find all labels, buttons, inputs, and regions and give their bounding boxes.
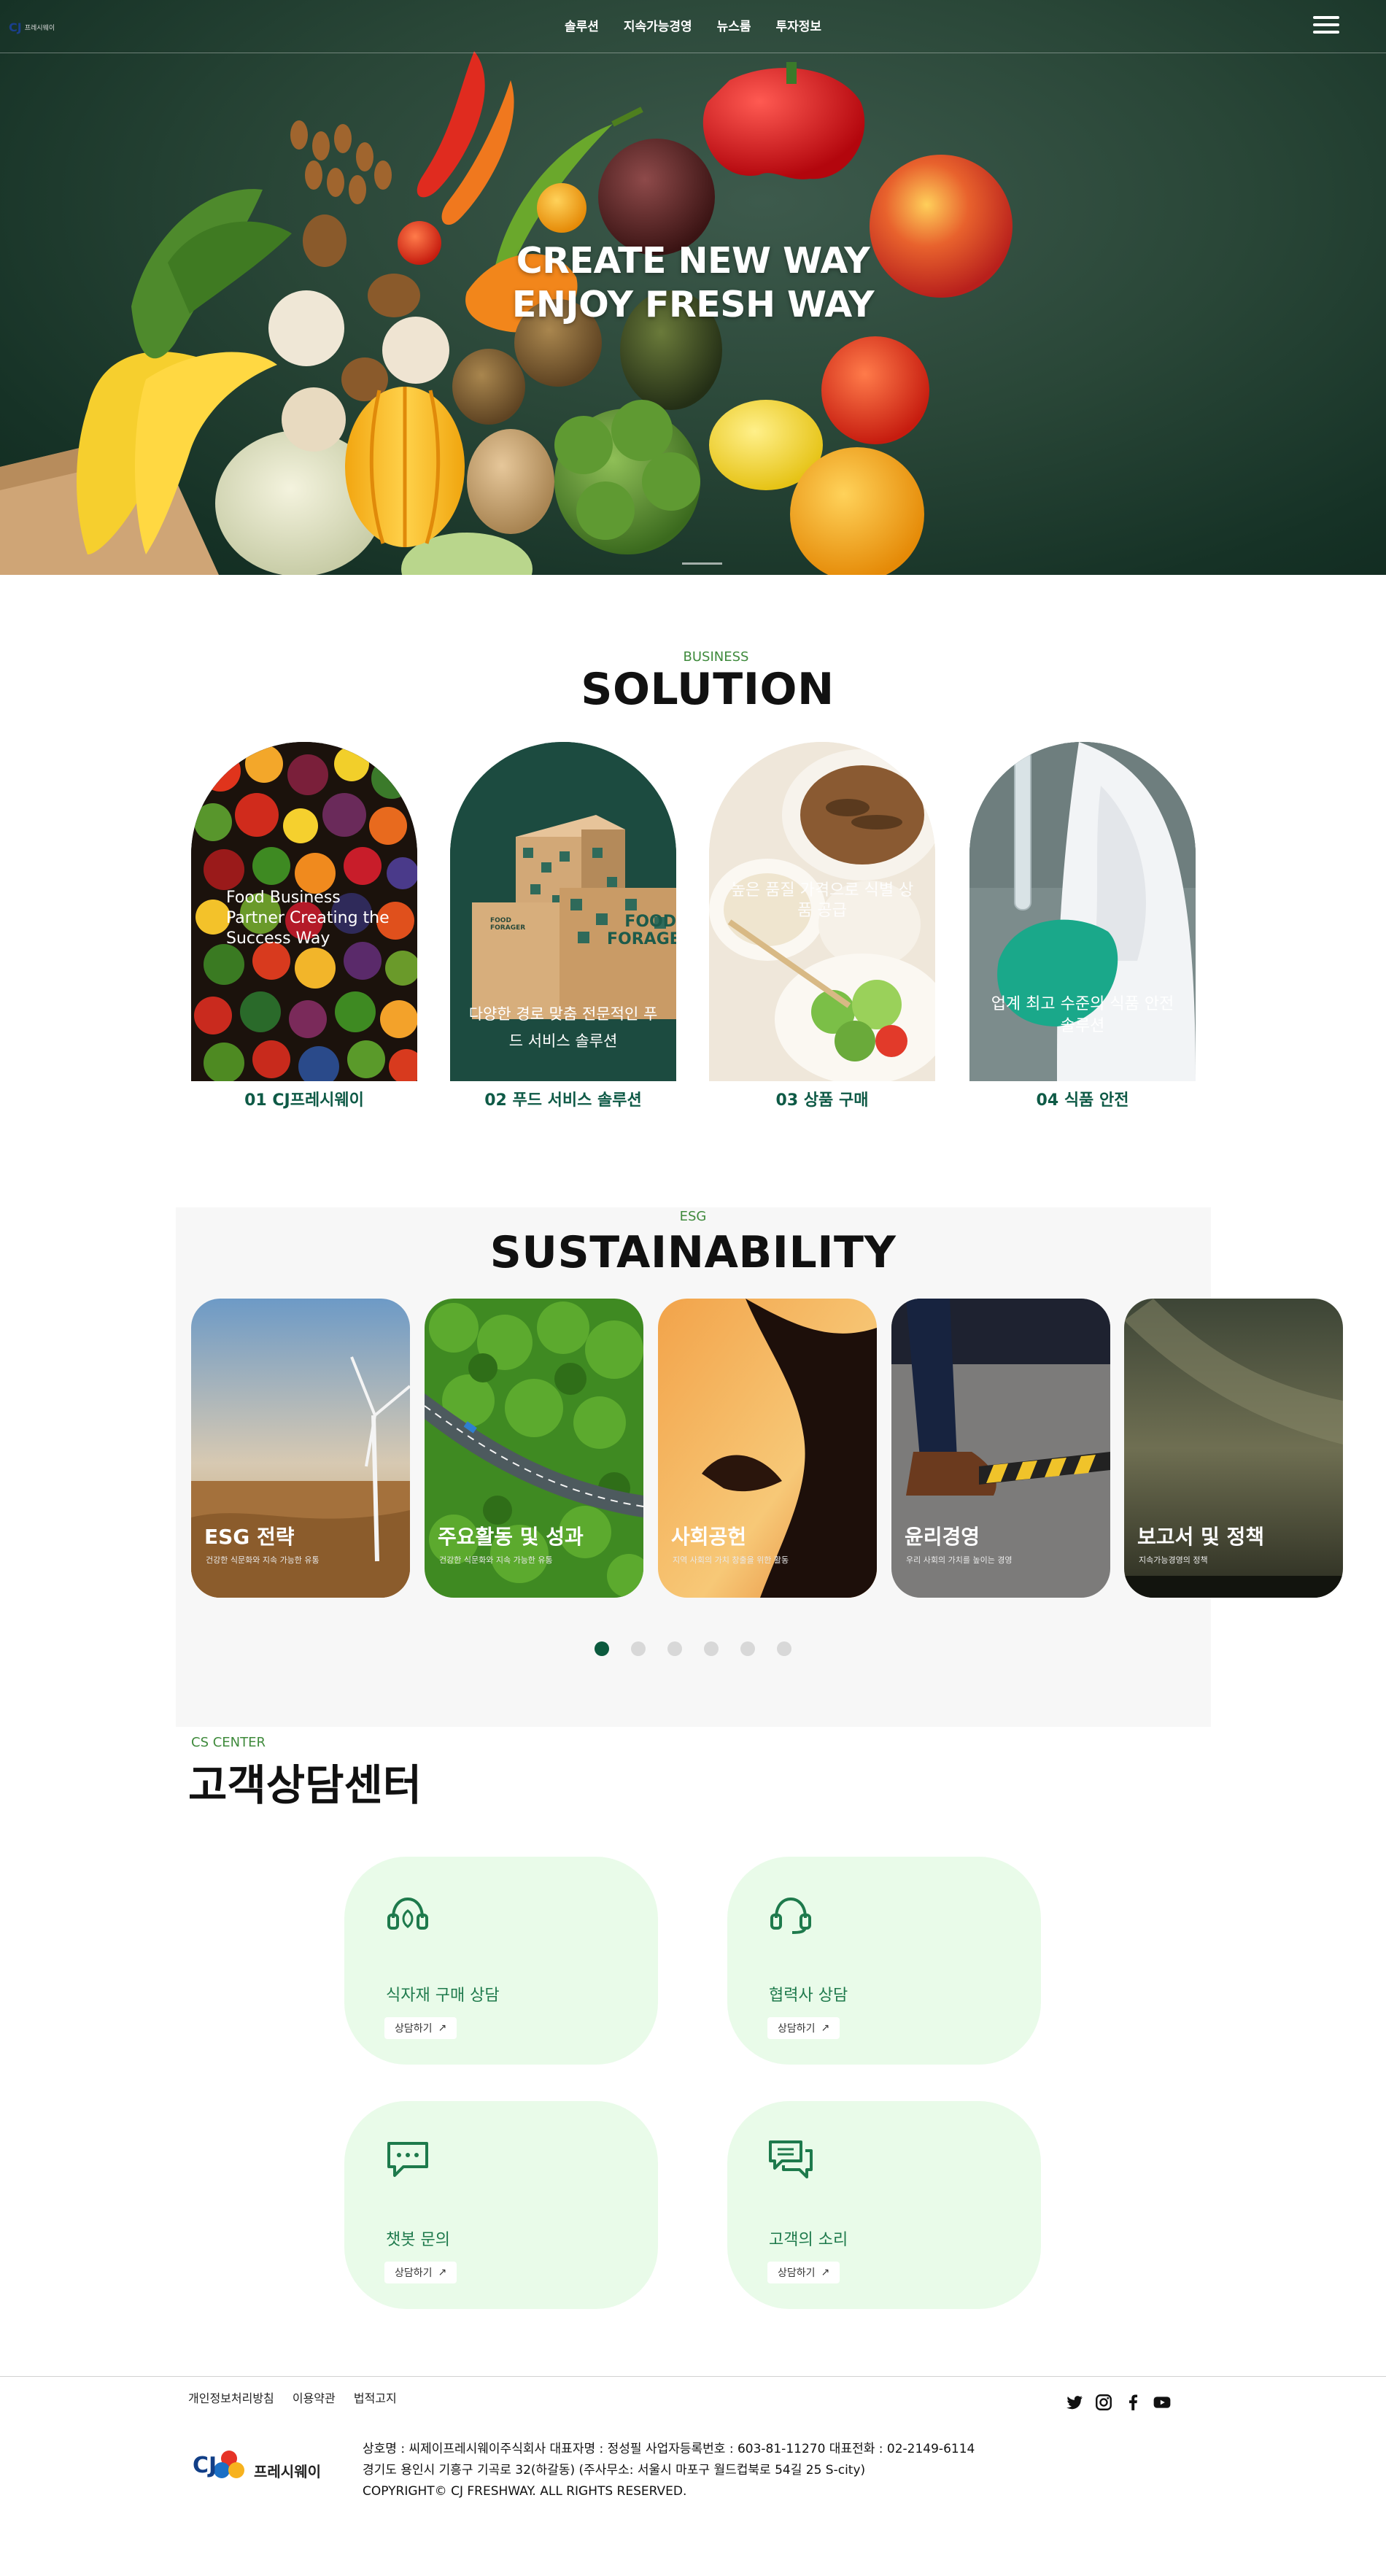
solution-card-3[interactable]: 높은 품질 가격으로 식별 상품 공급 [709, 742, 935, 1081]
cs-card-2-button[interactable]: 상담하기 ↗ [767, 2017, 840, 2039]
company-info-line1: 상호명 : 씨제이프레시웨이주식회사 대표자명 : 정성필 사업자등록번호 : … [363, 2442, 975, 2456]
esg-card-ethics[interactable]: 윤리경영 우리 사회의 가치를 높이는 경영 [891, 1299, 1110, 1598]
cs-title: 고객상담센터 [188, 1760, 422, 1810]
carousel-dot-6[interactable] [777, 1641, 791, 1656]
copyright: COPYRIGHT© CJ FRESHWAY. ALL RIGHTS RESER… [363, 2484, 687, 2499]
esg-card-reports[interactable]: 보고서 및 정책 지속가능경영의 정책 [1124, 1299, 1343, 1598]
headset-icon [770, 1897, 811, 1934]
cs-card-2-title: 협력사 상담 [769, 1987, 848, 2005]
esg-card-strategy-title: ESG 전략 [204, 1525, 295, 1549]
silhouette-hands-image [658, 1299, 877, 1598]
company-info: 상호명 : 씨제이프레시웨이주식회사 대표자명 : 정성필 사업자등록번호 : … [363, 2439, 1238, 2502]
footer-link-privacy[interactable]: 개인정보처리방침 [188, 2389, 274, 2406]
solution-card-4-text: 업계 최고 수준의 식품 안전 솔루션 [991, 995, 1174, 1035]
cs-card-4-title: 고객의 소리 [769, 2231, 848, 2249]
hamburger-menu-icon[interactable] [1313, 16, 1342, 38]
nav-item-sustainability[interactable]: 지속가능경영 [624, 16, 692, 34]
esg-card-social[interactable]: 사회공헌 지역 사회의 가치 창출을 위한 활동 [658, 1299, 877, 1598]
footer-link-legal[interactable]: 법적고지 [354, 2389, 397, 2406]
solution-card-3-text: 높은 품질 가격으로 식별 상품 공급 [730, 881, 914, 920]
cs-card-1-button-label: 상담하기 [395, 2023, 433, 2035]
cs-card-2-button-label: 상담하기 [778, 2023, 816, 2035]
arrow-up-right-icon: ↗ [438, 2267, 447, 2278]
box-brand-1: FOOD FORAGER [490, 917, 526, 932]
headset-leaf-icon [387, 1897, 428, 1930]
cs-card-voice[interactable]: 고객의 소리 상담하기 ↗ [727, 2101, 1041, 2309]
social-links [1065, 2393, 1172, 2412]
chat-bubbles-icon [769, 2140, 813, 2178]
wind-turbine-image [191, 1299, 410, 1598]
hero-slide-indicator[interactable] [682, 562, 722, 565]
esg-card-strategy[interactable]: ESG 전략 건강한 식문화와 지속 가능한 유통 [191, 1299, 410, 1598]
esg-card-reports-title: 보고서 및 정책 [1137, 1525, 1265, 1549]
esg-card-activities-title: 주요활동 및 성과 [438, 1525, 584, 1549]
cs-card-chatbot[interactable]: 챗봇 문의 상담하기 ↗ [344, 2101, 658, 2309]
site-header: CJ 프레시웨이 솔루션 지속가능경영 뉴스룸 투자정보 [0, 0, 1386, 53]
esg-card-reports-sub: 지속가능경영의 정책 [1139, 1555, 1208, 1565]
nav-item-newsroom[interactable]: 뉴스룸 [717, 16, 751, 34]
esg-eyebrow: ESG [679, 1209, 707, 1224]
instagram-icon[interactable] [1094, 2393, 1113, 2412]
arrow-up-right-icon: ↗ [438, 2022, 447, 2034]
forest-road-image [425, 1299, 643, 1598]
solution-card-4-label[interactable]: 04 식품 안전 [969, 1087, 1196, 1110]
cs-card-4-button[interactable]: 상담하기 ↗ [767, 2262, 840, 2283]
carousel-dot-1[interactable] [595, 1641, 609, 1656]
chat-bubble-icon [387, 2142, 428, 2177]
arrow-up-right-icon: ↗ [821, 2022, 830, 2034]
cs-card-ingredient-purchase[interactable]: 식자재 구매 상담 상담하기 ↗ [344, 1857, 658, 2065]
sustainability-title: SUSTAINABILITY [489, 1227, 897, 1278]
solution-card-3-label[interactable]: 03 상품 구매 [709, 1087, 935, 1110]
hero-title: CREATE NEW WAY ENJOY FRESH WAY [0, 239, 1386, 327]
twitter-icon[interactable] [1065, 2393, 1084, 2412]
company-info-line2: 경기도 용인시 기흥구 기곡로 32(하갈동) (주사무소: 서울시 마포구 월… [363, 2463, 866, 2478]
hero-banner: CJ 프레시웨이 솔루션 지속가능경영 뉴스룸 투자정보 CREATE NEW … [0, 0, 1386, 575]
nav-item-solution[interactable]: 솔루션 [565, 16, 599, 34]
hero-title-line1: CREATE NEW WAY [516, 240, 870, 282]
footer-logo-name: 프레시웨이 [254, 2463, 321, 2480]
cs-card-3-button[interactable]: 상담하기 ↗ [384, 2262, 457, 2283]
solution-eyebrow: BUSINESS [683, 649, 749, 665]
step-line-image [891, 1299, 1110, 1598]
solution-card-2[interactable]: FOOD FORAGER FOOD FORAGER 다양한 경로 맞춤 전문적인… [450, 742, 676, 1081]
solution-card-2-text: 다양한 경로 맞춤 전문적인 푸드 서비스 솔루션 [468, 1005, 658, 1050]
cs-card-partner[interactable]: 협력사 상담 상담하기 ↗ [727, 1857, 1041, 2065]
carousel-dot-3[interactable] [667, 1641, 682, 1656]
carousel-dot-4[interactable] [704, 1641, 719, 1656]
cs-card-4-button-label: 상담하기 [778, 2267, 816, 2279]
solution-card-4[interactable]: 업계 최고 수준의 식품 안전 솔루션 [969, 742, 1196, 1081]
esg-card-strategy-sub: 건강한 식문화와 지속 가능한 유통 [206, 1555, 320, 1565]
footer-divider [0, 2376, 1386, 2377]
main-nav: 솔루션 지속가능경영 뉴스룸 투자정보 [0, 16, 1386, 34]
solution-card-1-label[interactable]: 01 CJ프레시웨이 [191, 1087, 417, 1110]
footer-link-terms[interactable]: 이용약관 [293, 2389, 336, 2406]
cs-eyebrow: CS CENTER [191, 1735, 266, 1750]
footer-links: 개인정보처리방침 이용약관 법적고지 [188, 2389, 411, 2406]
carousel-dot-5[interactable] [740, 1641, 755, 1656]
nav-item-investor[interactable]: 투자정보 [775, 16, 821, 34]
box-brand-2: FOOD FORAGER [607, 913, 676, 948]
esg-card-activities-sub: 건강한 식문화와 지속 가능한 유통 [439, 1555, 553, 1565]
esg-card-ethics-title: 윤리경영 [905, 1525, 980, 1549]
cs-card-3-title: 챗봇 문의 [386, 2231, 450, 2249]
solution-title: SOLUTION [581, 664, 835, 715]
cs-card-3-button-label: 상담하기 [395, 2267, 433, 2279]
esg-card-social-title: 사회공헌 [671, 1525, 747, 1549]
facebook-icon[interactable] [1123, 2393, 1142, 2412]
footer-logo[interactable]: CJ 프레시웨이 [191, 2444, 337, 2491]
esg-card-ethics-sub: 우리 사회의 가치를 높이는 경영 [906, 1555, 1013, 1565]
arrow-up-right-icon: ↗ [821, 2267, 830, 2278]
cs-card-1-button[interactable]: 상담하기 ↗ [384, 2017, 457, 2039]
carousel-dot-2[interactable] [631, 1641, 646, 1656]
esg-card-social-sub: 지역 사회의 가치 창출을 위한 활동 [673, 1555, 789, 1565]
cs-card-1-title: 식자재 구매 상담 [386, 1987, 500, 2005]
solution-card-1[interactable]: Food Business Partner Creating the Succe… [191, 742, 417, 1081]
youtube-icon[interactable] [1153, 2393, 1172, 2412]
hero-title-line2: ENJOY FRESH WAY [511, 284, 875, 325]
footer-logo-mark: CJ [193, 2453, 217, 2478]
solution-card-1-text: Food Business Partner Creating the Succe… [226, 889, 390, 948]
solution-card-2-label[interactable]: 02 푸드 서비스 솔루션 [450, 1087, 676, 1110]
esg-card-activities[interactable]: 주요활동 및 성과 건강한 식문화와 지속 가능한 유통 [425, 1299, 643, 1598]
night-sky-image [1124, 1299, 1343, 1598]
